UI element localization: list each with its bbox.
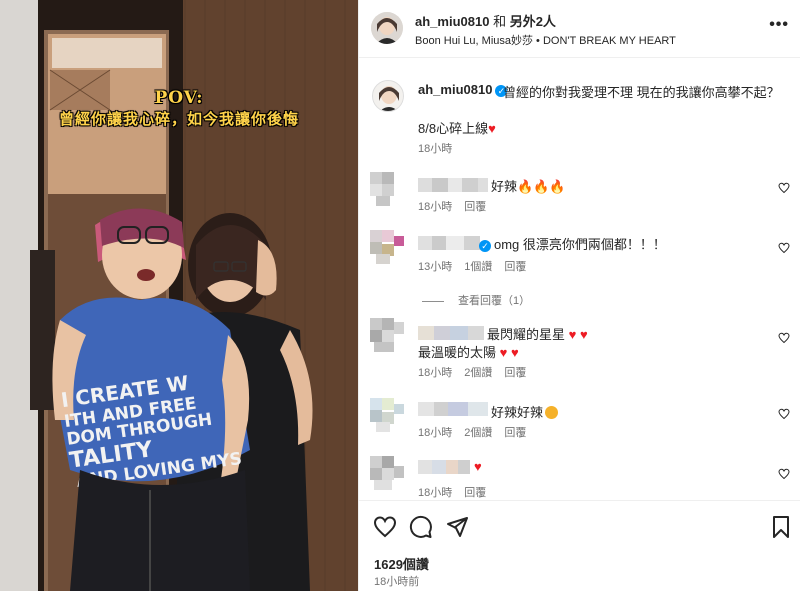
comment-like-icon[interactable] xyxy=(778,332,790,344)
header-subline[interactable]: Boon Hui Lu, Miusa妙莎 • DON'T BREAK MY HE… xyxy=(415,32,676,48)
more-horizontal-icon: ••• xyxy=(769,16,789,33)
heart-emoji-icon: ♥ ♥ xyxy=(565,327,588,342)
comment-meta: 18小時 回覆 xyxy=(418,198,498,214)
avatar-image xyxy=(373,81,403,111)
comment-text2-content: 最溫暖的太陽 xyxy=(418,345,497,360)
heart-icon[interactable] xyxy=(373,515,397,539)
comment-likes[interactable]: 1個讚 xyxy=(464,261,492,273)
comment-text: ✓ omg 很漂亮你們兩個都！！！ xyxy=(479,234,666,253)
post-video[interactable]: I CREATE W ITH AND FREE DOM THROUGH TALI… xyxy=(0,0,358,591)
comment-text-line2: 最溫暖的太陽 ♥ ♥ xyxy=(418,342,519,361)
comment-like-icon[interactable] xyxy=(778,408,790,420)
comment-likes[interactable]: 2個讚 xyxy=(464,427,492,439)
heart-emoji-icon: ♥ ♥ xyxy=(496,345,519,360)
caption-line2-text: 8/8心碎上線 xyxy=(418,121,489,136)
caption-avatar[interactable] xyxy=(372,80,404,112)
caption-time: 18小時 xyxy=(418,143,453,155)
reply-button[interactable]: 回覆 xyxy=(504,427,526,439)
comment-meta: 18小時 2個讚 回覆 xyxy=(418,364,538,380)
comment-text-content: 最閃耀的星星 xyxy=(487,327,566,342)
pov-subtitle: 曾經你讓我心碎，如今我讓你後悔 xyxy=(58,110,299,128)
comment-likes[interactable]: 2個讚 xyxy=(464,367,492,379)
view-replies-line xyxy=(422,300,444,302)
caption-line2: 8/8心碎上線♥ xyxy=(418,118,496,137)
caption-username[interactable]: ah_miu0810 ✓ xyxy=(418,82,508,97)
commenter-name-blurred[interactable] xyxy=(418,178,488,192)
commenter-name-blurred[interactable] xyxy=(418,402,488,416)
commenter-avatar-blurred[interactable] xyxy=(370,230,404,264)
view-replies-button[interactable]: 查看回覆（1） xyxy=(422,292,530,308)
avatar-image xyxy=(371,12,403,44)
comment-time: 18小時 xyxy=(418,487,453,499)
post-actions: 1629個讚 18小時前 xyxy=(359,500,800,591)
like-count[interactable]: 1629個讚 xyxy=(374,554,429,573)
heart-eyes-emoji-icon xyxy=(545,406,559,419)
post-timestamp: 18小時前 xyxy=(374,576,420,588)
commenter-name-blurred[interactable] xyxy=(418,236,480,250)
comment-icon[interactable] xyxy=(409,515,433,539)
commenter-avatar-blurred[interactable] xyxy=(370,456,404,490)
author-username[interactable]: ah_miu0810 xyxy=(415,14,489,29)
commenter-name-blurred[interactable] xyxy=(418,326,484,340)
commenter-name-blurred[interactable] xyxy=(418,460,470,474)
reply-button[interactable]: 回覆 xyxy=(464,487,486,499)
comment-like-icon[interactable] xyxy=(778,468,790,480)
more-options-button[interactable]: ••• xyxy=(769,17,789,33)
pov-title: POV: xyxy=(154,88,204,108)
comment-text: 好辣🔥🔥🔥 xyxy=(491,179,566,194)
view-replies-text[interactable]: 查看回覆（1） xyxy=(458,295,530,307)
verified-badge-icon: ✓ xyxy=(479,240,491,252)
author-avatar[interactable] xyxy=(371,12,403,44)
collab-names: ah_miu0810 和 另外2人 xyxy=(415,11,556,30)
comment-time: 18小時 xyxy=(418,367,453,379)
comment-time: 18小時 xyxy=(418,201,453,213)
comment-meta: 18小時 2個讚 回覆 xyxy=(418,424,538,440)
reply-button[interactable]: 回覆 xyxy=(464,201,486,213)
commenter-avatar-blurred[interactable] xyxy=(370,172,404,206)
commenter-avatar-blurred[interactable] xyxy=(370,318,404,352)
post-panel: ah_miu0810 和 另外2人 Boon Hui Lu, Miusa妙莎 •… xyxy=(358,0,800,591)
comment-like-icon[interactable] xyxy=(778,242,790,254)
post-header: ah_miu0810 和 另外2人 Boon Hui Lu, Miusa妙莎 •… xyxy=(359,0,800,58)
others-link[interactable]: 另外2人 xyxy=(510,14,556,29)
reply-button[interactable]: 回覆 xyxy=(504,367,526,379)
comment-text-content: 好辣好辣 xyxy=(491,405,544,420)
heart-emoji-icon: ♥ xyxy=(474,459,482,474)
comment-text: 最閃耀的星星 ♥ ♥ xyxy=(487,324,588,343)
commenter-avatar-blurred[interactable] xyxy=(370,398,404,432)
comment-text-content: omg 很漂亮你們兩個都！！！ xyxy=(494,237,666,252)
bookmark-icon[interactable] xyxy=(769,515,793,539)
comment-time: 13小時 xyxy=(418,261,453,273)
reply-button[interactable]: 回覆 xyxy=(504,261,526,273)
comment-like-icon[interactable] xyxy=(778,182,790,194)
comment-meta: 18小時 回覆 xyxy=(418,484,498,500)
caption-username-text[interactable]: ah_miu0810 xyxy=(418,82,492,97)
send-icon[interactable] xyxy=(445,515,469,539)
and-text: 和 xyxy=(493,14,507,29)
heart-emoji-icon: ♥ xyxy=(488,121,496,136)
comment-time: 18小時 xyxy=(418,427,453,439)
caption-text: 曾經的你對我愛理不理 現在的我讓你高攀不起？ xyxy=(503,85,780,100)
comment-text: 好辣好辣 xyxy=(491,402,559,421)
comment-meta: 13小時 1個讚 回覆 xyxy=(418,258,538,274)
comment-text: ♥ xyxy=(474,459,482,474)
